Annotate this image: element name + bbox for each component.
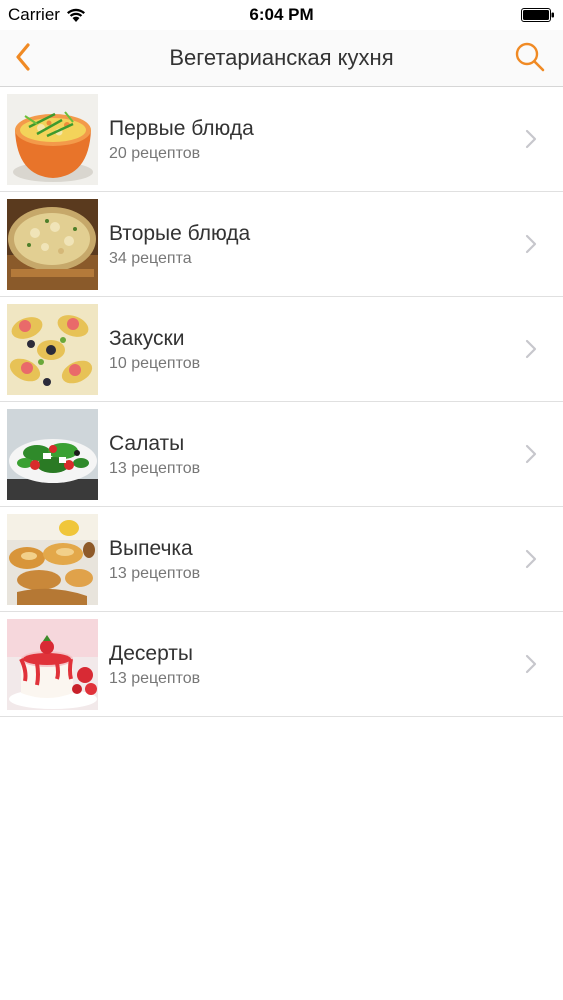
item-recipe-count: 13 рецептов — [109, 565, 201, 582]
list-item-main-dishes[interactable]: Вторые блюда 34 рецепта — [0, 192, 563, 297]
item-recipe-count: 20 рецептов — [109, 145, 201, 162]
status-time: 6:04 PM — [249, 5, 314, 24]
status-bar: Carrier 6:04 PM — [0, 0, 563, 30]
item-title: Десерты — [109, 642, 194, 665]
search-icon — [515, 42, 545, 72]
chevron-right-icon — [525, 444, 537, 464]
item-recipe-count: 13 рецептов — [109, 670, 201, 687]
battery-icon — [521, 8, 554, 22]
item-title: Первые блюда — [109, 117, 254, 140]
chevron-right-icon — [525, 234, 537, 254]
item-title: Закуски — [109, 327, 185, 350]
navigation-bar: Вегетарианская кухня — [0, 30, 563, 87]
dessert-thumbnail — [7, 619, 98, 710]
baking-thumbnail — [7, 514, 98, 605]
item-title: Вторые блюда — [109, 222, 251, 245]
page-title: Вегетарианская кухня — [169, 45, 394, 70]
chevron-right-icon — [525, 339, 537, 359]
search-button[interactable] — [513, 40, 547, 74]
chevron-right-icon — [525, 129, 537, 149]
category-list: Первые блюда 20 рецептов Вторые блюда 34… — [0, 87, 563, 717]
item-title: Салаты — [109, 432, 185, 455]
list-item-desserts[interactable]: Десерты 13 рецептов — [0, 612, 563, 717]
list-item-appetizers[interactable]: Закуски 10 рецептов — [0, 297, 563, 402]
chevron-right-icon — [525, 654, 537, 674]
salad-thumbnail — [7, 409, 98, 500]
item-title: Выпечка — [109, 537, 193, 560]
chevron-right-icon — [525, 549, 537, 569]
appetizer-thumbnail — [7, 304, 98, 395]
item-recipe-count: 10 рецептов — [109, 355, 201, 372]
item-recipe-count: 13 рецептов — [109, 460, 201, 477]
list-item-baking[interactable]: Выпечка 13 рецептов — [0, 507, 563, 612]
soup-thumbnail — [7, 94, 98, 185]
main-dish-thumbnail — [7, 199, 98, 290]
list-item-soups[interactable]: Первые блюда 20 рецептов — [0, 87, 563, 192]
item-recipe-count: 34 рецепта — [109, 250, 192, 267]
list-item-salads[interactable]: Салаты 13 рецептов — [0, 402, 563, 507]
